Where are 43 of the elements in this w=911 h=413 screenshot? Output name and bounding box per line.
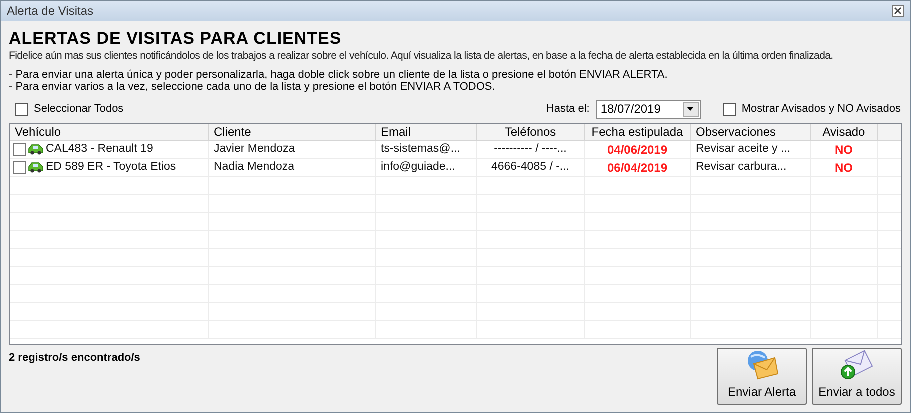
envelope-upload-icon <box>839 349 875 380</box>
column-header[interactable]: Cliente <box>214 125 252 139</box>
table-cell-text: ---------- / ----... <box>494 142 567 157</box>
table-cell-text: CAL483 - Renault 19 <box>46 142 154 157</box>
column-header[interactable]: Avisado <box>822 125 866 139</box>
column-header[interactable]: Vehículo <box>15 125 62 139</box>
checkbox[interactable] <box>15 102 28 116</box>
date-picker[interactable]: 18/07/2019 <box>596 100 701 118</box>
checkbox[interactable] <box>722 102 736 116</box>
dropdown-arrow-icon <box>687 107 694 111</box>
column-header[interactable]: Email <box>381 125 412 139</box>
column-header[interactable]: Observaciones <box>696 125 776 139</box>
send-button[interactable]: Enviar a todos <box>812 348 902 405</box>
table-cell-text: 4666-4085 / -... <box>492 160 570 175</box>
table-cell-text: Nadia Mendoza <box>214 160 295 175</box>
window-title: Alerta de Visitas <box>7 3 94 20</box>
column-header[interactable]: Teléfonos <box>504 125 556 139</box>
table-cell-text: 06/04/2019 <box>607 160 668 176</box>
globe-envelope-icon <box>745 350 779 380</box>
record-count: 2 registro/s encontrado/s <box>9 351 140 366</box>
row-checkbox[interactable] <box>13 161 26 174</box>
table-cell-text: Revisar carbura... <box>696 160 787 175</box>
table-cell-text: NO <box>835 160 853 176</box>
instruction-text: - Para enviar varios a la vez, seleccione cada uno de la lista y presione el botón ENVIAR A TODOS. <box>9 81 496 93</box>
column-header[interactable]: Fecha estipulada <box>592 125 684 139</box>
table-cell-text: ts-sistemas@... <box>381 142 460 157</box>
car-icon <box>28 162 44 173</box>
checkbox-label: Seleccionar Todos <box>34 102 124 117</box>
page-heading: ALERTAS DE VISITAS PARA CLIENTES <box>9 29 343 49</box>
send-button[interactable]: Enviar Alerta <box>717 348 807 405</box>
row-checkbox[interactable] <box>13 143 26 156</box>
table-cell-text: NO <box>835 142 853 158</box>
table-cell-text: info@guiade... <box>381 160 456 175</box>
table-cell-text: 04/06/2019 <box>607 142 668 158</box>
table-cell-text: Javier Mendoza <box>214 142 296 157</box>
table-cell-text: Revisar aceite y ... <box>696 142 791 157</box>
description: Fidelice aún mas sus clientes notificándolos de los trabajos a realizar sobre el vehículo. Aquí visualiza la lista de alertas, en base a la fecha de alerta establecida en la última orden finalizada. <box>9 49 834 64</box>
car-icon <box>28 144 44 155</box>
checkbox-label: Mostrar Avisados y NO Avisados <box>742 102 901 117</box>
date-label: Hasta el: <box>546 102 590 117</box>
instruction-text: - Para enviar una alerta única y poder personalizarla, haga doble click sobre un cliente de la lista o presione el botón ENVIAR ALERTA. <box>9 69 669 81</box>
table-cell-text: ED 589 ER - Toyota Etios <box>46 160 176 175</box>
close-icon[interactable] <box>892 5 904 17</box>
